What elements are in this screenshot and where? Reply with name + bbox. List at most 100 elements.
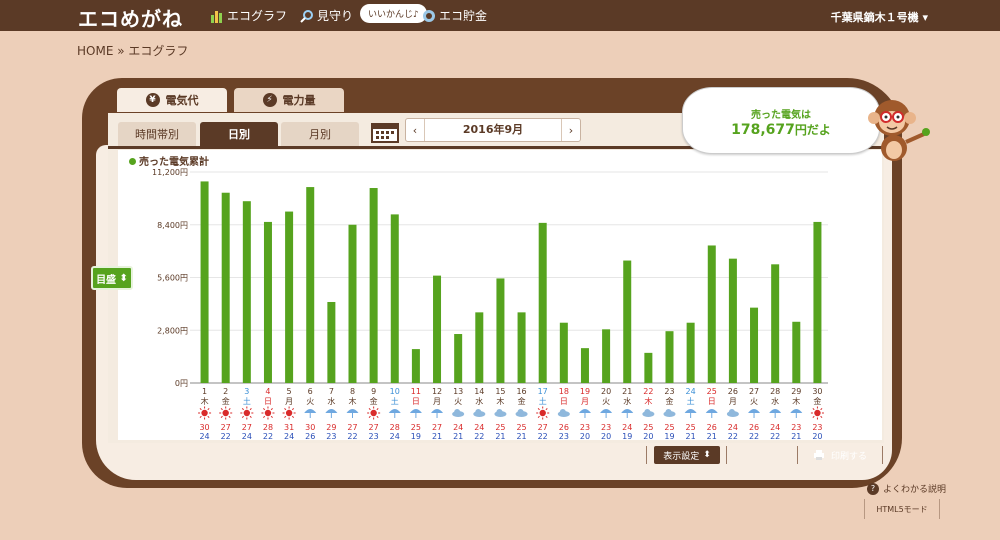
- user-menu[interactable]: 千葉県鏑木１号機 ▾: [831, 9, 928, 25]
- low-temp-label: 23: [559, 432, 569, 441]
- low-temp-label: 26: [305, 432, 315, 441]
- tab-label: 電力量: [282, 94, 316, 107]
- high-temp-label: 25: [495, 423, 505, 432]
- bar: [411, 349, 420, 383]
- bar: [792, 321, 801, 383]
- weekday-label: 金: [518, 396, 526, 406]
- weekday-label: 火: [750, 397, 758, 406]
- umbrella-icon: [325, 409, 338, 413]
- umbrella-icon: [621, 409, 634, 413]
- weekday-label: 木: [201, 396, 209, 406]
- y-tick-label: 2,800円: [157, 326, 188, 335]
- nav-mimamori[interactable]: 見守り: [300, 7, 353, 24]
- sun-ray: [368, 415, 371, 418]
- prev-month-button[interactable]: ‹: [406, 119, 424, 141]
- weekday-label: 水: [623, 396, 631, 406]
- next-month-button[interactable]: ›: [562, 119, 580, 141]
- display-settings-button[interactable]: 表示設定 ⬍: [654, 446, 720, 464]
- low-temp-label: 22: [263, 432, 273, 441]
- bar: [285, 211, 294, 383]
- nav-eco-savings[interactable]: エコ貯金: [422, 7, 487, 24]
- tab-daily[interactable]: 日別: [200, 122, 278, 146]
- printer-icon: [813, 450, 824, 460]
- high-temp-label: 24: [622, 423, 632, 432]
- bar-graph-icon: [211, 10, 222, 23]
- umbrella-icon: [769, 409, 782, 413]
- sun-ray: [545, 415, 548, 418]
- high-temp-label: 25: [664, 423, 674, 432]
- low-temp-label: 19: [411, 432, 421, 441]
- weekday-label: 日: [708, 397, 716, 406]
- sold-suffix: 円だよ: [794, 123, 831, 137]
- bar: [602, 329, 611, 383]
- nav-eco-graph[interactable]: エコグラフ: [210, 7, 287, 24]
- app-logo[interactable]: エコめがね: [78, 3, 183, 32]
- cloud-puff: [644, 409, 651, 415]
- question-icon: ?: [867, 482, 879, 495]
- weekday-label: 水: [327, 396, 335, 406]
- low-temp-label: 23: [326, 432, 336, 441]
- calendar-icon[interactable]: [371, 121, 399, 143]
- sun-ray: [249, 408, 252, 411]
- high-temp-label: 23: [791, 423, 801, 432]
- low-temp-label: 24: [390, 432, 400, 441]
- bar-chart: 0円2,800円5,600円8,400円11,200円1木30242金27223…: [152, 168, 828, 441]
- separator: [882, 446, 883, 464]
- low-temp-label: 21: [791, 432, 801, 441]
- weekday-label: 金: [370, 396, 378, 406]
- bar: [348, 224, 357, 383]
- sun-ray: [270, 408, 273, 411]
- tab-electricity-amount[interactable]: ⚡ 電力量: [234, 88, 344, 112]
- separator: [726, 446, 727, 464]
- bar: [263, 221, 272, 383]
- sun-ray: [241, 408, 245, 411]
- high-temp-label: 27: [347, 423, 357, 432]
- sun-ray: [820, 408, 823, 411]
- help-link[interactable]: ? よくわかる説明: [867, 482, 946, 495]
- weekday-label: 月: [581, 397, 589, 406]
- sun-ray: [249, 415, 252, 418]
- cloud-puff: [728, 409, 735, 415]
- coin-icon: [423, 9, 435, 22]
- x-tick-label: 4: [265, 387, 270, 396]
- sun-ray: [228, 408, 231, 411]
- x-tick-label: 19: [580, 387, 590, 396]
- low-temp-label: 21: [495, 432, 505, 441]
- cloud-puff: [475, 409, 482, 415]
- low-temp-label: 19: [622, 432, 632, 441]
- high-temp-label: 25: [643, 423, 653, 432]
- bar: [538, 222, 547, 383]
- yen-icon: ¥: [145, 93, 160, 107]
- high-temp-label: 24: [728, 423, 738, 432]
- x-tick-label: 12: [432, 387, 442, 396]
- sun-ray: [537, 408, 540, 411]
- x-tick-label: 3: [244, 387, 249, 396]
- tab-hourly[interactable]: 時間帯別: [118, 122, 196, 146]
- weekday-label: 水: [475, 396, 483, 406]
- x-tick-label: 30: [812, 387, 822, 396]
- bar: [390, 214, 399, 383]
- low-temp-label: 22: [749, 432, 759, 441]
- bar: [813, 221, 822, 383]
- breadcrumb: HOME » エコグラフ: [77, 44, 189, 58]
- tab-electricity-cost[interactable]: ¥ 電気代: [117, 88, 227, 112]
- print-button[interactable]: 印刷する: [800, 444, 880, 466]
- x-tick-label: 25: [707, 387, 717, 396]
- bar: [454, 334, 463, 383]
- sun-ray: [199, 415, 202, 418]
- cloud-puff: [496, 409, 503, 415]
- high-temp-label: 24: [453, 423, 463, 432]
- x-tick-label: 29: [791, 387, 801, 396]
- bar: [623, 260, 632, 383]
- y-tick-label: 0円: [175, 379, 188, 388]
- tab-monthly[interactable]: 月別: [281, 122, 359, 146]
- x-tick-label: 16: [516, 387, 526, 396]
- bar: [327, 301, 336, 383]
- x-tick-label: 6: [308, 387, 313, 396]
- bar: [728, 258, 737, 383]
- sun-ray: [263, 408, 266, 411]
- html5-mode-button[interactable]: HTML5モード: [864, 499, 940, 519]
- x-tick-label: 15: [495, 387, 505, 396]
- tab-label: 電気代: [165, 94, 199, 107]
- weekday-label: 火: [306, 397, 314, 406]
